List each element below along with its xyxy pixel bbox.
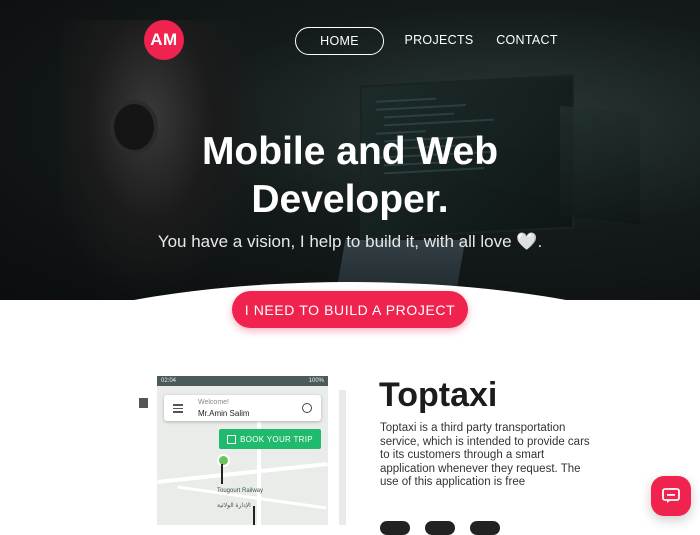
phone-battery: 100% [308,378,324,384]
carousel-next-slide[interactable] [339,390,346,525]
hamburger-menu-icon[interactable] [173,404,183,413]
nav-contact[interactable]: CONTACT [495,27,559,53]
chat-button[interactable] [651,476,691,516]
tech-badge [470,521,500,535]
hero-headline: Mobile and Web Developer. [0,128,700,224]
phone-statusbar: 02:04 100% [157,376,328,386]
hero-subtitle: You have a vision, I help to build it, w… [157,232,543,251]
locate-icon[interactable] [302,403,312,413]
carousel-prev-arrow-icon[interactable] [139,398,148,408]
book-trip-button[interactable]: BOOK YOUR TRIP [219,429,321,449]
hero-headline-line2: Developer. [251,178,449,221]
map-road [157,462,328,484]
map-route [221,464,223,484]
build-project-button[interactable]: I NEED TO BUILD A PROJECT [232,291,468,328]
welcome-label: Welcome! [198,399,229,406]
nav-projects[interactable]: PROJECTS [404,27,474,53]
calendar-icon [227,434,237,444]
phone-time: 02:04 [161,378,177,384]
project-screenshot[interactable]: 02:04 100% Welcome! Mr.Amin Salim BOOK Y… [157,376,328,525]
map-label: الإدارة الولائية [217,503,251,509]
hero-headline-line1: Mobile and Web [201,130,499,173]
map-pin-icon [217,454,230,467]
main-nav: HOME PROJECTS CONTACT [0,27,700,55]
project-title: Toptaxi [379,376,498,414]
tech-badge [380,521,410,535]
book-trip-label: BOOK YOUR TRIP [240,434,313,444]
user-name: Mr.Amin Salim [198,409,250,418]
nav-home[interactable]: HOME [295,27,384,55]
welcome-card: Welcome! Mr.Amin Salim [164,395,321,421]
tech-badge [425,521,455,535]
map-label: Tougourt Railway [217,488,264,494]
map-route [253,506,255,525]
chat-bubble-icon [662,488,680,503]
project-description: Toptaxi is a third party transportation … [380,422,590,489]
